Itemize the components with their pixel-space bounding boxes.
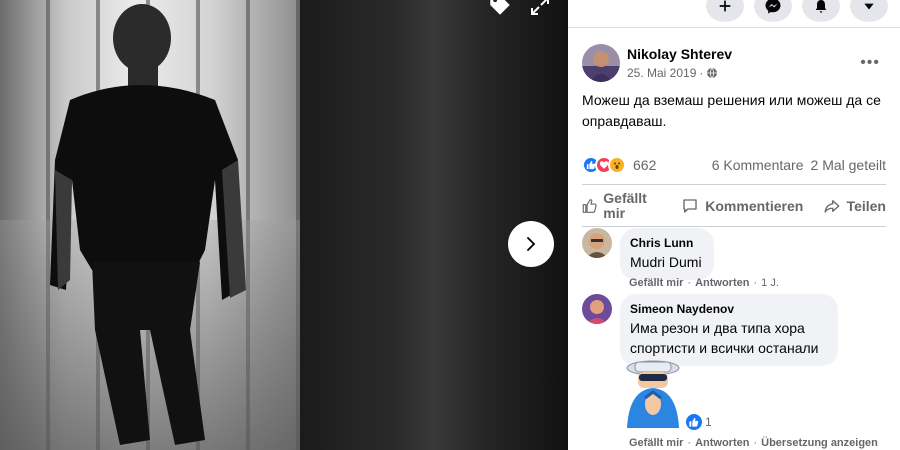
author-name[interactable]: Nikolay Shterev	[627, 46, 732, 63]
comment-time[interactable]: 1 J.	[761, 277, 779, 289]
reactions-summary[interactable]: 662	[582, 156, 656, 174]
chevron-right-icon	[527, 237, 536, 251]
bell-icon	[815, 0, 827, 13]
reaction-count[interactable]: 662	[633, 157, 656, 173]
sticker-reaction-summary[interactable]: 1	[686, 414, 712, 430]
comment-button[interactable]: Kommentieren	[681, 197, 803, 215]
comment-like-button[interactable]: Gefällt mir	[629, 437, 683, 449]
comment-text: Mudri Dumi	[630, 254, 702, 270]
comment-icon	[683, 199, 697, 213]
translate-button[interactable]: Übersetzung anzeigen	[761, 437, 878, 449]
tag-icon[interactable]	[487, 0, 513, 24]
commenter-avatar[interactable]	[582, 294, 612, 324]
post-stats: 6 Kommentare 2 Mal geteilt	[712, 157, 886, 173]
create-button[interactable]	[706, 0, 744, 22]
divider	[582, 226, 886, 227]
post-photo[interactable]	[0, 0, 300, 450]
sticker-reaction-count: 1	[705, 415, 712, 429]
globe-icon	[707, 67, 718, 78]
share-icon	[824, 200, 839, 213]
comment-reply-button[interactable]: Antworten	[695, 277, 749, 289]
fullscreen-icon[interactable]	[528, 0, 552, 24]
more-options-icon[interactable]: •••	[860, 54, 880, 72]
messenger-icon	[765, 0, 781, 14]
post-panel: Nikolay Shterev 25. Mai 2019 · ••• Можеш…	[568, 0, 900, 450]
divider	[582, 184, 886, 185]
like-reaction-icon	[686, 414, 702, 430]
next-photo-button[interactable]	[508, 221, 554, 267]
like-button[interactable]: Gefällt mir	[582, 191, 662, 221]
author-avatar[interactable]	[582, 44, 620, 82]
person-silhouette	[50, 4, 246, 445]
comment-actions: Gefällt mir · Antworten · 1 J.	[629, 277, 779, 289]
divider	[568, 27, 900, 28]
photo-viewer	[0, 0, 568, 450]
messenger-button[interactable]	[754, 0, 792, 22]
caret-down-icon	[864, 3, 874, 10]
dot-separator: ·	[699, 65, 704, 80]
clapping-character-sticker	[626, 360, 680, 428]
share-button[interactable]: Teilen	[823, 197, 886, 215]
commenter-name[interactable]: Chris Lunn	[630, 235, 702, 251]
shares-count[interactable]: 2 Mal geteilt	[811, 157, 886, 173]
top-actions	[706, 0, 888, 22]
comment-like-button[interactable]: Gefällt mir	[629, 277, 683, 289]
comment-sticker[interactable]	[619, 358, 687, 428]
comment-bubble: Chris Lunn Mudri Dumi	[620, 228, 714, 280]
like-label: Gefällt mir	[603, 190, 647, 221]
share-label: Teilen	[846, 198, 886, 214]
commenter-name[interactable]: Simeon Naydenov	[630, 301, 826, 317]
post-date[interactable]: 25. Mai 2019	[627, 65, 696, 81]
commenter-avatar[interactable]	[582, 228, 612, 258]
plus-icon	[719, 0, 731, 12]
post-text: Можеш да вземаш решения или можеш да се …	[582, 92, 881, 129]
notifications-button[interactable]	[802, 0, 840, 22]
comment-bubble: Simeon Naydenov Има резон и два типа хор…	[620, 294, 838, 366]
comment-item: Simeon Naydenov Има резон и два типа хор…	[582, 294, 838, 366]
post-header: Nikolay Shterev 25. Mai 2019 ·	[582, 44, 732, 82]
comment-item: Chris Lunn Mudri Dumi	[582, 228, 714, 280]
post-action-bar: Gefällt mir Kommentieren Teilen	[582, 187, 886, 225]
account-button[interactable]	[850, 0, 888, 22]
wow-reaction-icon	[608, 156, 626, 174]
comment-label: Kommentieren	[705, 198, 804, 214]
comment-reply-button[interactable]: Antworten	[695, 437, 749, 449]
comment-text: Има резон и два типа хора спортисти и вс…	[630, 320, 819, 356]
thumbs-up-icon	[582, 199, 597, 213]
comment-actions: Gefällt mir · Antworten · Übersetzung an…	[629, 437, 878, 449]
comments-count[interactable]: 6 Kommentare	[712, 157, 804, 173]
